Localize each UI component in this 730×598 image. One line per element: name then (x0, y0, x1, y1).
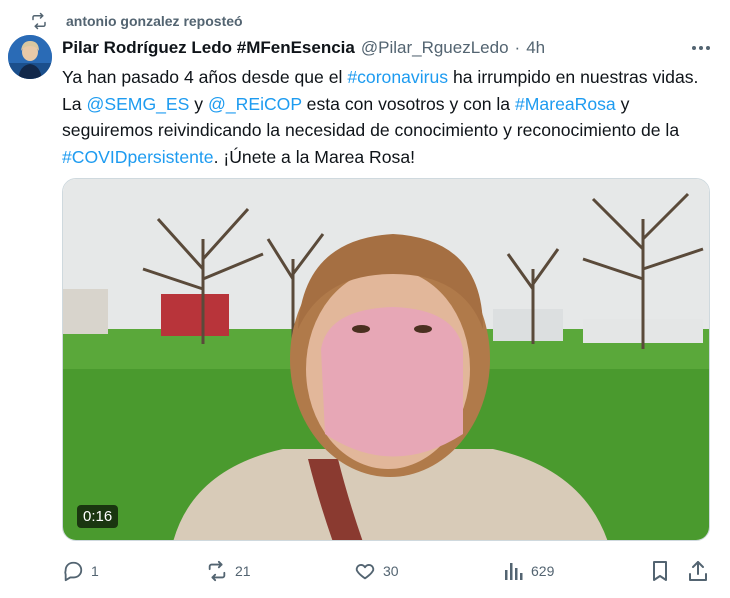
like-button[interactable]: 30 (354, 558, 399, 584)
tweet-text-segment: . ¡Únete a la Marea Rosa! (213, 146, 416, 167)
author-name[interactable]: Pilar Rodríguez Ledo #MFenEsencia (62, 38, 355, 58)
tweet-text-segment: Ya han pasado 4 años desde que el (62, 67, 348, 87)
reply-count: 1 (91, 563, 99, 579)
views-count: 629 (531, 563, 555, 579)
reply-button[interactable]: 1 (62, 558, 99, 584)
bookmark-button[interactable] (650, 558, 677, 584)
video-player[interactable]: 0:16 (62, 178, 710, 541)
tweet-text-segment: y (189, 93, 208, 114)
tweet-text: Ya han pasado 4 años desde que el #coron… (62, 64, 714, 170)
hashtag-link[interactable]: #coronavirus (347, 67, 448, 87)
avatar[interactable] (8, 35, 52, 79)
repost-count: 21 (235, 563, 251, 579)
action-bar: 1 21 30 629 (60, 558, 720, 584)
mention-link[interactable]: @SEMG_ES (86, 94, 189, 114)
author-handle[interactable]: @Pilar_RguezLedo (361, 38, 509, 58)
hashtag-link[interactable]: #MareaRosa (515, 94, 616, 114)
video-thumbnail (63, 179, 709, 540)
share-button[interactable] (688, 558, 715, 584)
more-options-icon[interactable] (690, 38, 712, 58)
repost-indicator[interactable]: antonio gonzalez reposteó (30, 10, 243, 32)
views-button[interactable]: 629 (504, 558, 554, 584)
like-count: 30 (383, 563, 399, 579)
share-icon (689, 561, 707, 581)
views-icon (505, 563, 523, 580)
repost-icon (30, 11, 50, 31)
heart-icon (355, 564, 375, 580)
tweet-text-segment: esta con vosotros y con la (301, 93, 515, 114)
repost-icon (208, 560, 226, 582)
timestamp[interactable]: 4h (526, 38, 545, 58)
mention-link[interactable]: @_REiCOP (208, 94, 302, 114)
hashtag-link[interactable]: #COVIDpersistente (62, 147, 214, 167)
repost-button[interactable]: 21 (206, 558, 251, 584)
separator: · (514, 38, 521, 57)
reply-icon (64, 561, 83, 582)
bookmark-icon (653, 561, 667, 581)
repost-text: antonio gonzalez reposteó (66, 13, 243, 29)
video-duration: 0:16 (77, 505, 119, 528)
tweet-header: Pilar Rodríguez Ledo #MFenEsencia @Pilar… (62, 37, 712, 59)
